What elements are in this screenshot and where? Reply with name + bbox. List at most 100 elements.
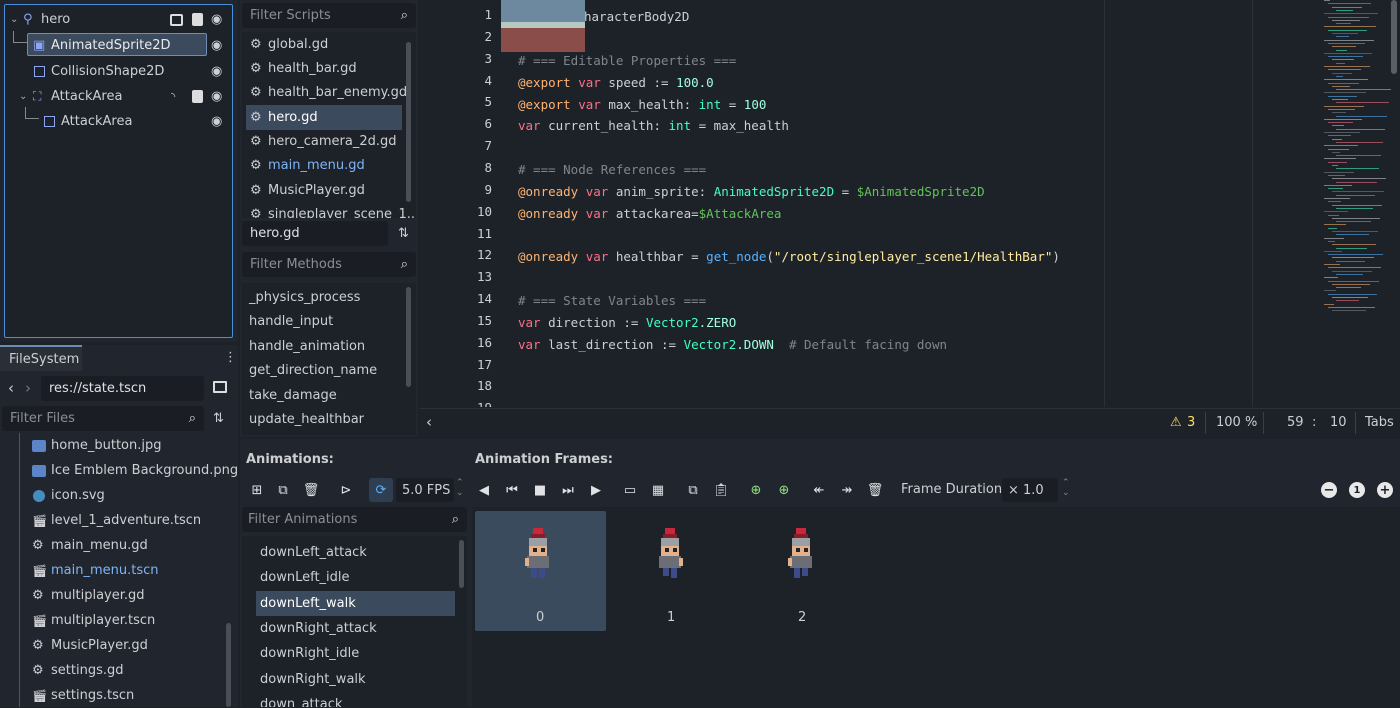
fps-spinbox[interactable]: 5.0 FPS xyxy=(396,478,454,502)
script-item[interactable]: ⚙ global.gd xyxy=(242,32,416,57)
script-item[interactable]: ⚙ hero_camera_2d.gd xyxy=(242,129,416,154)
script-item[interactable]: ⚙ health_bar_enemy.gd xyxy=(242,80,416,105)
animation-item[interactable]: downRight_attack xyxy=(242,616,467,641)
delete-animation-icon[interactable]: 🗑︎ xyxy=(302,481,320,499)
fps-stepper-icon[interactable]: ⌃ ⌄ xyxy=(456,478,464,498)
method-item[interactable]: take_damage xyxy=(242,383,416,408)
visibility-eye-icon[interactable]: ◉ xyxy=(211,38,222,53)
method-list-scrollbar[interactable] xyxy=(406,287,411,387)
duplicate-animation-icon[interactable]: ⧉ xyxy=(274,481,292,499)
play-icon[interactable]: ▶ xyxy=(587,481,605,499)
animation-item[interactable]: downLeft_idle xyxy=(242,565,467,590)
code-minimap[interactable] xyxy=(1324,0,1391,320)
file-item[interactable]: ⚙ MusicPlayer.gd xyxy=(0,633,238,658)
script-icon[interactable] xyxy=(192,13,203,26)
stop-icon[interactable]: ■ xyxy=(531,481,549,499)
tree-item-attackarea-child[interactable]: AttackArea ◉ xyxy=(5,109,232,134)
animation-item[interactable]: downRight_walk xyxy=(242,667,467,692)
file-item[interactable]: icon.svg xyxy=(0,483,238,508)
method-item[interactable]: handle_animation xyxy=(242,334,416,359)
file-item[interactable]: Ice Emblem Background.png xyxy=(0,458,238,483)
file-list-scrollbar[interactable] xyxy=(226,623,231,707)
insert-frame-before-icon[interactable]: ⊕ xyxy=(747,481,765,499)
file-item[interactable]: ⚙ settings.gd xyxy=(0,658,238,683)
zoom-out-icon[interactable]: − xyxy=(1321,482,1337,498)
sort-icon[interactable]: ⇅ xyxy=(398,226,409,241)
sort-icon[interactable]: ⇅ xyxy=(213,411,224,426)
scene-instance-icon[interactable] xyxy=(170,13,183,26)
play-backwards-icon[interactable]: ◀ xyxy=(475,481,493,499)
animation-list-scrollbar[interactable] xyxy=(459,540,464,588)
visibility-eye-icon[interactable]: ◉ xyxy=(211,114,222,129)
method-item[interactable]: _physics_process xyxy=(242,285,416,310)
chevron-down-icon[interactable]: ⌄ xyxy=(19,91,27,102)
kebab-menu-icon[interactable]: ⋮ xyxy=(224,350,237,365)
frame-thumbnail[interactable]: 2 xyxy=(738,511,869,631)
script-item[interactable]: ⚙ health_bar.gd xyxy=(242,56,416,81)
move-frame-left-icon[interactable]: ↞ xyxy=(810,481,828,499)
animation-item[interactable]: downRight_idle xyxy=(242,641,467,666)
loop-icon[interactable]: ⟳ xyxy=(369,478,393,502)
warning-count[interactable]: 3 xyxy=(1187,415,1195,430)
tree-item-animatedsprite2d[interactable]: ▣ AnimatedSprite2D ◉ xyxy=(5,33,232,58)
filter-methods-input[interactable]: Filter Methods ⌕ xyxy=(242,252,416,277)
animation-item[interactable]: downLeft_attack xyxy=(242,540,467,565)
path-field[interactable]: res://state.tscn xyxy=(41,376,204,401)
zoom-reset-icon[interactable]: 1 xyxy=(1349,482,1365,498)
forward-icon[interactable]: › xyxy=(25,379,31,397)
editor-scrollbar[interactable] xyxy=(1391,0,1397,74)
method-item[interactable]: handle_input xyxy=(242,309,416,334)
frame-thumbnail[interactable]: 1 xyxy=(607,511,738,631)
code-editor[interactable]: 12345678910111213141516171819 haracterBo… xyxy=(420,0,1400,407)
spritesheet-grid-icon[interactable]: ▦ xyxy=(649,481,667,499)
method-item[interactable]: update_healthbar xyxy=(242,407,416,432)
zoom-in-icon[interactable]: + xyxy=(1377,482,1393,498)
method-item[interactable]: get_direction_name xyxy=(242,358,416,383)
move-frame-right-icon[interactable]: ↠ xyxy=(838,481,856,499)
file-item[interactable]: ⚙ multiplayer.gd xyxy=(0,583,238,608)
script-item-selected[interactable]: ⚙ hero.gd xyxy=(246,105,402,130)
add-animation-icon[interactable]: ⊞ xyxy=(248,481,266,499)
tree-item-collisionshape2d[interactable]: CollisionShape2D ◉ xyxy=(5,59,232,84)
visibility-eye-icon[interactable]: ◉ xyxy=(211,12,222,27)
folder-icon[interactable]: ▭ xyxy=(621,481,639,499)
back-icon[interactable]: ‹ xyxy=(8,379,14,397)
play-backwards-from-start-icon[interactable]: ⏮ xyxy=(503,481,521,499)
script-icon[interactable] xyxy=(192,90,203,103)
file-item[interactable]: home_button.jpg xyxy=(0,433,238,458)
file-item[interactable]: 🎬︎ multiplayer.tscn xyxy=(0,608,238,633)
tab-filesystem[interactable]: FileSystem xyxy=(0,345,82,371)
visibility-eye-icon[interactable]: ◉ xyxy=(211,64,222,79)
frame-duration-stepper-icon[interactable]: ⌃ ⌄ xyxy=(1062,478,1070,498)
script-item[interactable]: ⚙ MusicPlayer.gd xyxy=(242,178,416,203)
script-item[interactable]: ⚙ main_menu.gd xyxy=(242,153,416,178)
paste-frame-icon[interactable]: 📋︎ xyxy=(712,481,730,499)
file-item[interactable]: 🎬︎ settings.tscn xyxy=(0,683,238,708)
file-item[interactable]: ⚙ main_menu.gd xyxy=(0,533,238,558)
zoom-level[interactable]: 100 % xyxy=(1216,415,1257,430)
split-view-icon[interactable] xyxy=(213,381,227,393)
animation-item-selected[interactable]: downLeft_walk xyxy=(256,591,455,616)
frame-thumbnail-selected[interactable]: 0 xyxy=(475,511,606,631)
script-list-scrollbar[interactable] xyxy=(406,42,411,202)
warning-icon[interactable]: ⚠ xyxy=(1170,415,1182,430)
file-item[interactable]: 🎬︎ main_menu.tscn xyxy=(0,558,238,583)
tree-item-hero[interactable]: ⌄ ⚲ hero ◉ xyxy=(5,7,232,32)
play-from-start-icon[interactable]: ⏭ xyxy=(559,481,577,499)
animation-item[interactable]: down_attack xyxy=(242,692,467,707)
tree-item-attackarea[interactable]: ⌄ ⛶ AttackArea ◝ ◉ xyxy=(5,84,232,109)
filter-scripts-input[interactable]: Filter Scripts ⌕ xyxy=(242,3,416,28)
script-item[interactable]: ⚙ singleplayer_scene_1... xyxy=(242,202,416,218)
filter-files-input[interactable]: Filter Files ⌕ xyxy=(2,406,204,431)
autoplay-icon[interactable]: ⊳ xyxy=(337,481,355,499)
visibility-eye-icon[interactable]: ◉ xyxy=(211,89,222,104)
filter-animations-input[interactable]: Filter Animations ⌕ xyxy=(242,507,467,532)
insert-frame-after-icon[interactable]: ⊕ xyxy=(775,481,793,499)
chevron-down-icon[interactable]: ⌄ xyxy=(10,14,18,25)
indent-mode[interactable]: Tabs xyxy=(1365,415,1394,430)
toggle-scripts-panel-icon[interactable]: ‹ xyxy=(426,413,432,431)
frame-duration-spinbox[interactable]: × 1.0 xyxy=(1002,478,1058,502)
file-item[interactable]: 🎬︎ level_1_adventure.tscn xyxy=(0,508,238,533)
copy-frame-icon[interactable]: ⧉ xyxy=(684,481,702,499)
signal-icon[interactable]: ◝ xyxy=(171,90,175,103)
